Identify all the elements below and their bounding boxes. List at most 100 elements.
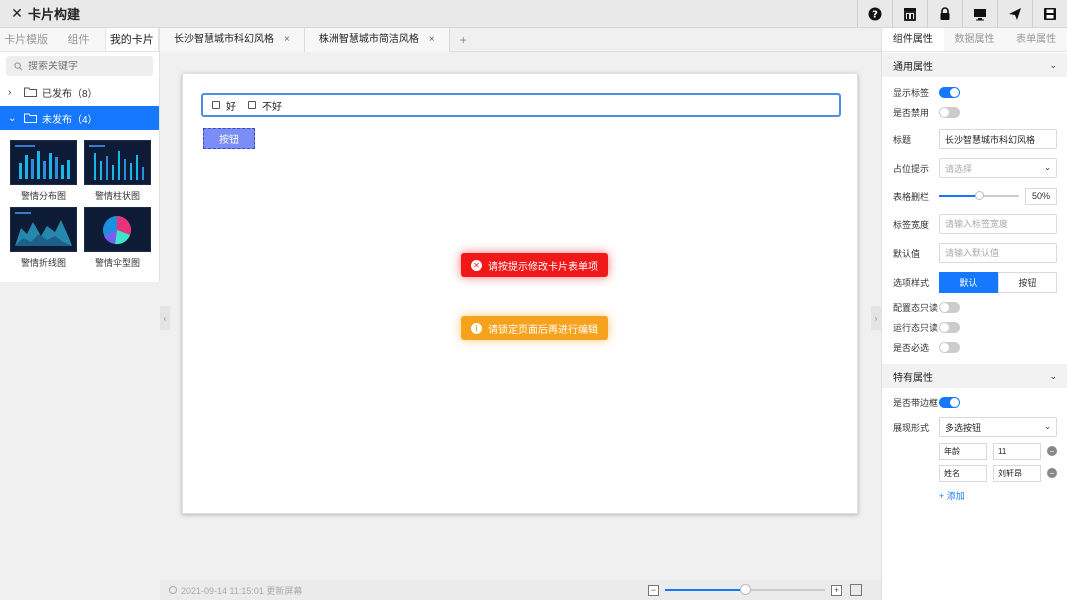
- option-style-default[interactable]: 默认: [939, 271, 998, 293]
- option-key[interactable]: 姓名: [939, 464, 987, 482]
- option-style-button[interactable]: 按钮: [998, 271, 1057, 293]
- close-icon[interactable]: ×: [429, 28, 435, 52]
- default-value-field[interactable]: [939, 243, 1057, 263]
- prop-disabled: 是否禁用: [882, 102, 1067, 122]
- grid-value[interactable]: 50%: [1025, 187, 1057, 205]
- prop-config-readonly: 配置态只读: [882, 297, 1067, 317]
- grid-slider-knob[interactable]: [975, 191, 984, 200]
- tab-data-properties[interactable]: 数据属性: [944, 28, 1006, 51]
- default-value-input[interactable]: [945, 248, 1056, 258]
- checkbox-option[interactable]: 好: [212, 98, 236, 113]
- section-title: 通用属性: [893, 61, 933, 73]
- checkbox[interactable]: [248, 101, 256, 109]
- error-icon: ✕: [471, 259, 482, 271]
- card-item[interactable]: 警情柱状图: [84, 140, 151, 202]
- error-toast: ✕ 请按提示修改卡片表单项: [461, 253, 608, 277]
- common-section-header[interactable]: 通用属性 ⌄: [882, 53, 1067, 77]
- lock-icon[interactable]: [927, 0, 962, 28]
- collapse-left-handle[interactable]: ‹: [160, 306, 170, 330]
- display-mode-select[interactable]: 多选按钮 ⌄: [939, 417, 1057, 437]
- card-thumbnail: [10, 140, 77, 185]
- zoom-control: − +: [648, 584, 862, 596]
- folder-icon: [24, 87, 37, 97]
- zoom-out-button[interactable]: −: [648, 584, 659, 596]
- bordered-toggle[interactable]: [939, 396, 960, 408]
- top-bar: ✕ 卡片构建 ?: [0, 0, 1067, 28]
- remove-icon[interactable]: −: [1047, 446, 1057, 456]
- label-width-input[interactable]: [945, 219, 1056, 229]
- folder-icon: [24, 113, 37, 123]
- runtime-readonly-toggle[interactable]: [939, 321, 960, 333]
- add-option-link[interactable]: + 添加: [882, 489, 1067, 502]
- tab-card-templates[interactable]: 卡片模版: [0, 28, 52, 51]
- card-thumbnail: [84, 140, 151, 185]
- zoom-in-button[interactable]: +: [831, 584, 842, 596]
- tab-components[interactable]: 组件: [52, 28, 104, 51]
- title-input[interactable]: [945, 134, 1056, 144]
- prop-placeholder: 占位提示 请选择 ⌄: [882, 156, 1067, 180]
- tab-editor-file[interactable]: 长沙智慧城市科幻风格 ×: [160, 28, 305, 52]
- label-width-field[interactable]: [939, 214, 1057, 234]
- title-field[interactable]: [939, 129, 1057, 149]
- close-icon[interactable]: ✕: [6, 0, 28, 28]
- option-value[interactable]: 11: [993, 442, 1041, 460]
- card-item[interactable]: 警情伞型图: [84, 207, 151, 269]
- close-icon[interactable]: ×: [284, 28, 290, 52]
- prop-label: 是否禁用: [893, 107, 930, 118]
- send-icon[interactable]: [997, 0, 1032, 28]
- disabled-toggle[interactable]: [939, 106, 960, 118]
- prop-label: 表格删栏: [893, 191, 930, 202]
- option-key[interactable]: 年龄: [939, 442, 987, 460]
- placeholder-select[interactable]: 请选择 ⌄: [939, 158, 1057, 178]
- help-icon[interactable]: ?: [857, 0, 892, 28]
- card-title: 警情柱状图: [94, 191, 140, 201]
- show-label-toggle[interactable]: [939, 86, 960, 98]
- card-item[interactable]: 警情分布图: [10, 140, 77, 202]
- status-bar: 2021-09-14 11:15:01 更新屏幕 − +: [160, 580, 881, 600]
- card-item[interactable]: 警情折线图: [10, 207, 77, 269]
- group-published[interactable]: › 已发布（8）: [0, 80, 159, 104]
- tab-label: 株洲智慧城市简洁风格: [318, 34, 419, 45]
- prop-label: 标题: [893, 134, 912, 145]
- group-unpublished[interactable]: ⌄ 未发布（4）: [0, 106, 159, 130]
- checkbox-option[interactable]: 不好: [248, 98, 282, 113]
- chevron-down-icon: ⌄: [1044, 163, 1051, 172]
- search-box[interactable]: [6, 56, 153, 76]
- required-toggle[interactable]: [939, 341, 960, 353]
- option-value[interactable]: 刘轩昂: [993, 464, 1041, 482]
- collapse-right-handle[interactable]: ›: [871, 306, 881, 330]
- checkbox-group[interactable]: 好 不好: [201, 93, 841, 117]
- add-tab-button[interactable]: +: [450, 28, 477, 52]
- zoom-slider-knob[interactable]: [740, 584, 751, 595]
- option-style-segmented: 默认 按钮: [939, 271, 1057, 293]
- tab-editor-file[interactable]: 株洲智慧城市简洁风格 ×: [304, 28, 450, 52]
- layout-icon[interactable]: [892, 0, 927, 28]
- prop-grid: 表格删栏 50%: [882, 184, 1067, 208]
- prop-label: 标签宽度: [893, 219, 930, 230]
- update-status: 2021-09-14 11:15:01 更新屏幕: [169, 584, 302, 597]
- fullscreen-icon[interactable]: [850, 584, 862, 596]
- prop-label: 显示标签: [893, 87, 930, 98]
- zoom-slider[interactable]: [665, 584, 825, 595]
- monitor-icon[interactable]: [962, 0, 997, 28]
- tab-my-cards[interactable]: 我的卡片: [104, 28, 159, 51]
- left-tabs: 卡片模版 组件 我的卡片: [0, 28, 159, 52]
- search-input[interactable]: [28, 60, 138, 72]
- zoom-slider-fill: [665, 589, 745, 591]
- card-title: 警情伞型图: [94, 258, 140, 268]
- tab-component-properties[interactable]: 组件属性: [882, 28, 944, 51]
- tab-form-properties[interactable]: 表单属性: [1005, 28, 1067, 51]
- checkbox[interactable]: [212, 101, 220, 109]
- demo-button[interactable]: 按钮: [203, 128, 255, 149]
- warning-message: 请锁定页面后再进行编辑: [488, 324, 598, 336]
- clock-icon: [169, 586, 177, 594]
- remove-icon[interactable]: −: [1047, 468, 1057, 478]
- save-icon[interactable]: [1032, 0, 1067, 28]
- prop-label: 是否必选: [893, 342, 930, 353]
- special-section-header[interactable]: 特有属性 ⌄: [882, 364, 1067, 388]
- group-label: 已发布（8）: [42, 88, 98, 100]
- grid-slider[interactable]: [939, 191, 1019, 200]
- design-canvas[interactable]: 好 不好 按钮: [182, 73, 858, 514]
- editor-tabs: 长沙智慧城市科幻风格 × 株洲智慧城市简洁风格 × +: [160, 28, 881, 52]
- config-readonly-toggle[interactable]: [939, 301, 960, 313]
